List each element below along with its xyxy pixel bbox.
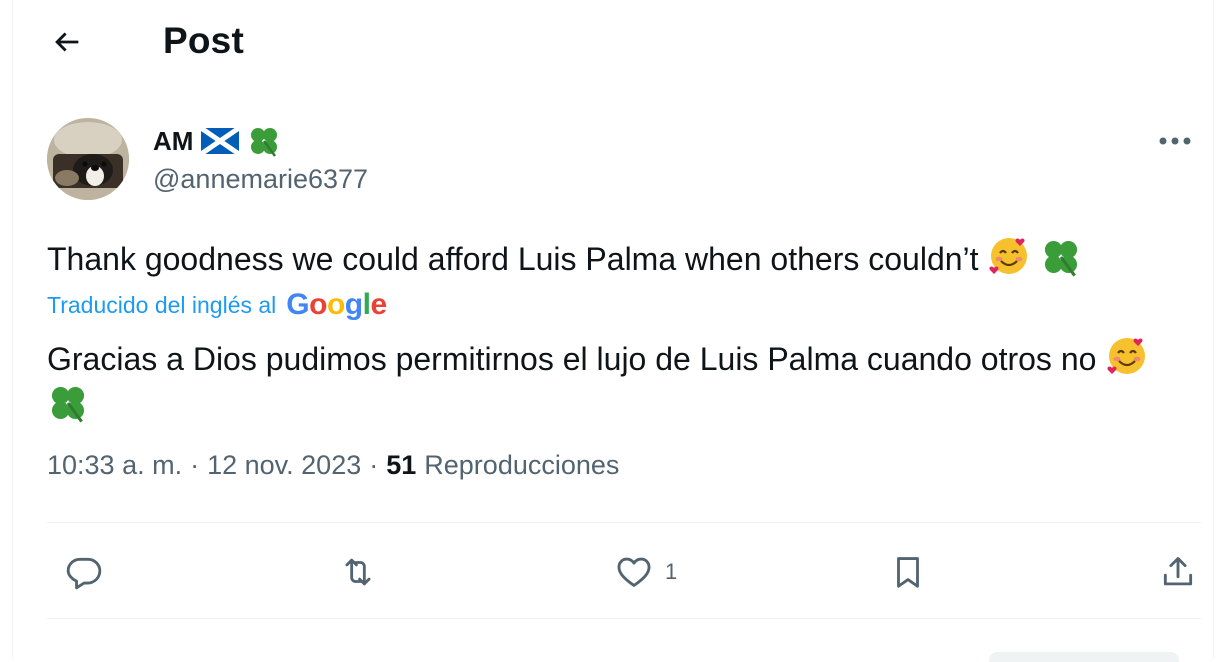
like-button[interactable]: 1 [615,550,677,594]
back-button[interactable] [47,22,87,62]
meta-separator: · [190,450,200,480]
translation-attribution: Traducido del inglés al Google [47,288,387,322]
next-content-hint [989,652,1179,662]
smiling-face-with-hearts-icon [989,238,1028,274]
bookmark-button[interactable] [889,550,927,594]
translated-text-content: Gracias a Dios pudimos permitirnos el lu… [47,341,1097,377]
tweet-text-content: Thank goodness we could afford Luis Palm… [47,241,979,277]
translated-tweet-text: Gracias a Dios pudimos permitirnos el lu… [47,334,1197,428]
scotland-flag-icon [201,128,240,154]
views-label: Reproducciones [424,450,620,480]
author-handle[interactable]: @annemarie6377 [153,164,368,195]
more-options-button[interactable] [1155,126,1195,156]
post-date[interactable]: 12 nov. 2023 [207,450,361,481]
google-logo: Google [286,288,387,321]
like-count: 1 [665,559,678,584]
retweet-button[interactable] [339,550,377,594]
reply-button[interactable] [65,550,103,594]
action-bar: 1 [47,540,1201,604]
more-dots-icon [1159,137,1191,145]
meta-separator: · [369,450,379,480]
avatar[interactable] [47,118,129,200]
page-title: Post [163,20,244,61]
four-leaf-clover-icon [51,386,85,423]
heart-icon [617,557,651,587]
reply-icon [66,557,102,590]
post-detail-view: Post AM @annemarie6377 Thank goodness we… [12,0,1214,662]
share-button[interactable] [1159,550,1197,594]
four-leaf-clover-icon [251,128,278,157]
translation-label[interactable]: Traducido del inglés al [47,292,276,319]
four-leaf-clover-icon [1045,240,1078,277]
arrow-left-icon [55,32,79,52]
tweet-text: Thank goodness we could afford Luis Palm… [47,234,1197,281]
divider [47,618,1201,619]
divider [47,522,1201,523]
smiling-face-with-hearts-icon [1107,338,1146,374]
post-metadata: 10:33 a. m. · 12 nov. 2023 · 51 Reproduc… [47,450,619,481]
author-display-name: AM [153,125,194,156]
views-count: 51 [386,450,417,480]
post-time[interactable]: 10:33 a. m. [47,450,182,481]
bookmark-icon [897,557,919,588]
header: Post [13,0,1213,84]
share-icon [1163,557,1193,586]
retweet-icon [345,558,371,586]
author-name[interactable]: AM [153,124,281,158]
dog-avatar-image [47,118,129,200]
